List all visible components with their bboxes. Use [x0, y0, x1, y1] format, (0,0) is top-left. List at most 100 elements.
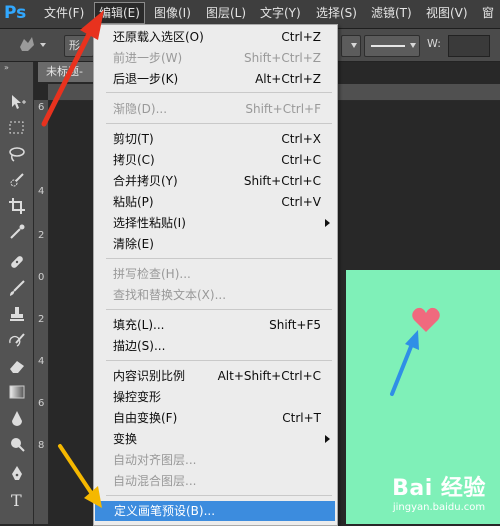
eraser-tool[interactable] — [6, 356, 28, 376]
menu-item-auto-blend-layers[interactable]: 自动混合图层... — [94, 471, 337, 491]
menu-filter[interactable]: 滤镜(T) — [367, 3, 416, 23]
menu-item-content-aware-scale[interactable]: 内容识别比例 Alt+Shift+Ctrl+C — [94, 366, 337, 386]
menu-item-shortcut: Ctrl+X — [281, 132, 321, 146]
menu-item-copy[interactable]: 拷贝(C) Ctrl+C — [94, 150, 337, 170]
menu-item-paste-special[interactable]: 选择性粘贴(I) — [94, 213, 337, 233]
menu-item-cut[interactable]: 剪切(T) Ctrl+X — [94, 129, 337, 149]
ruler-number: 8 — [38, 440, 45, 451]
menu-item-shortcut: Alt+Ctrl+Z — [255, 72, 321, 86]
menu-layer[interactable]: 图层(L) — [202, 3, 250, 23]
crop-icon — [9, 198, 25, 214]
menu-item-label: 拼写检查(H)... — [113, 267, 191, 281]
tool-preset-picker[interactable] — [12, 33, 50, 57]
gradient-tool[interactable] — [6, 382, 28, 402]
type-icon: T — [11, 491, 22, 509]
menu-item-undo[interactable]: 还原载入选区(O) Ctrl+Z — [94, 27, 337, 47]
menu-select[interactable]: 选择(S) — [312, 3, 361, 23]
menu-item-clear[interactable]: 清除(E) — [94, 234, 337, 254]
menu-image[interactable]: 图像(I) — [150, 3, 195, 23]
menu-item-copy-merged[interactable]: 合并拷贝(Y) Shift+Ctrl+C — [94, 171, 337, 191]
eyedropper-tool[interactable] — [6, 222, 28, 242]
lasso-icon — [9, 147, 25, 162]
menu-item-find-replace[interactable]: 查找和替换文本(X)... — [94, 285, 337, 305]
blur-tool[interactable] — [6, 408, 28, 428]
type-tool[interactable]: T — [6, 490, 28, 510]
crop-tool[interactable] — [6, 196, 28, 216]
vertical-ruler: 6 4 2 0 2 4 6 8 — [34, 100, 49, 524]
menu-item-label: 内容识别比例 — [113, 369, 186, 383]
quick-selection-tool[interactable] — [6, 170, 28, 190]
stroke-type-dropdown[interactable] — [341, 35, 361, 57]
ruler-number: 4 — [38, 186, 45, 197]
panel-collapse-icon[interactable]: » — [0, 62, 33, 72]
brush-icon — [10, 280, 25, 296]
photoshop-logo: Ps — [4, 3, 27, 23]
menu-item-free-transform[interactable]: 自由变换(F) Ctrl+T — [94, 408, 337, 428]
menu-window[interactable]: 窗 — [478, 3, 498, 23]
ruler-number: 6 — [38, 398, 45, 409]
width-input[interactable] — [448, 35, 490, 57]
menu-item-label: 拷贝(C) — [113, 153, 155, 167]
chevron-down-icon — [351, 43, 357, 48]
menu-item-step-forward[interactable]: 前进一步(W) Shift+Ctrl+Z — [94, 48, 337, 68]
menu-item-label: 清除(E) — [113, 237, 154, 251]
menu-item-fade[interactable]: 渐隐(D)... Shift+Ctrl+F — [94, 99, 337, 119]
menu-item-label: 操控变形 — [113, 390, 162, 404]
menu-item-auto-align-layers[interactable]: 自动对齐图层... — [94, 450, 337, 470]
dodge-icon — [11, 438, 25, 452]
move-tool[interactable] — [6, 92, 28, 112]
menu-separator — [106, 360, 332, 361]
menu-item-label: 描边(S)... — [113, 339, 166, 353]
edit-menu-dropdown: 还原载入选区(O) Ctrl+Z 前进一步(W) Shift+Ctrl+Z 后退… — [93, 24, 338, 526]
menu-item-transform[interactable]: 变换 — [94, 429, 337, 449]
ruler-number: 2 — [38, 230, 45, 241]
menu-item-label: 变换 — [113, 432, 138, 446]
pixel-heart-shape — [412, 307, 440, 332]
menu-type[interactable]: 文字(Y) — [256, 3, 305, 23]
menu-item-label: 渐隐(D)... — [113, 102, 168, 116]
history-brush-tool[interactable] — [6, 330, 28, 350]
menu-item-shortcut: Ctrl+Z — [281, 30, 321, 44]
ruler-number: 0 — [38, 272, 45, 283]
lasso-tool[interactable] — [6, 144, 28, 164]
menu-item-label: 剪切(T) — [113, 132, 154, 146]
menu-item-step-backward[interactable]: 后退一步(K) Alt+Ctrl+Z — [94, 69, 337, 89]
menu-item-label: 自由变换(F) — [113, 411, 178, 425]
pen-tool[interactable] — [6, 464, 28, 484]
ruler-number: 6 — [38, 102, 45, 113]
shape-mode-select[interactable]: 形 — [64, 35, 94, 57]
menu-item-label: 定义画笔预设(B)... — [114, 504, 216, 518]
brush-tool[interactable] — [6, 278, 28, 298]
menu-item-fill[interactable]: 填充(L)... Shift+F5 — [94, 315, 337, 335]
dodge-tool[interactable] — [6, 434, 28, 454]
baidu-jingyan-watermark: Bai 经验 jingyan.baidu.com — [380, 476, 498, 520]
marquee-tool[interactable] — [6, 118, 28, 138]
svg-text:»: » — [4, 63, 9, 72]
menu-item-paste[interactable]: 粘贴(P) Ctrl+V — [94, 192, 337, 212]
svg-text:T: T — [11, 491, 22, 509]
menu-item-puppet-warp[interactable]: 操控变形 — [94, 387, 337, 407]
submenu-arrow-icon — [325, 219, 330, 227]
gradient-icon — [9, 385, 25, 399]
menu-view[interactable]: 视图(V) — [422, 3, 472, 23]
clone-stamp-tool[interactable] — [6, 304, 28, 324]
rectangle-marquee-icon — [9, 121, 24, 134]
line-style-icon — [371, 45, 405, 47]
eyedropper-icon — [10, 224, 25, 239]
bandage-icon — [11, 256, 23, 268]
menu-separator — [106, 92, 332, 93]
custom-shape-icon — [20, 37, 46, 51]
healing-brush-tool[interactable] — [6, 252, 28, 272]
history-brush-icon — [9, 333, 25, 347]
menu-item-shortcut: Shift+Ctrl+C — [243, 174, 321, 188]
menu-edit[interactable]: 编辑(E) — [94, 2, 145, 24]
menu-item-stroke[interactable]: 描边(S)... — [94, 336, 337, 356]
stroke-style-dropdown[interactable] — [364, 35, 420, 57]
menu-item-shortcut: Ctrl+V — [281, 195, 321, 209]
menu-item-spell-check[interactable]: 拼写检查(H)... — [94, 264, 337, 284]
menu-item-label: 合并拷贝(Y) — [113, 174, 178, 188]
menu-file[interactable]: 文件(F) — [40, 3, 88, 23]
tools-panel: » T — [0, 62, 34, 524]
menu-item-define-brush-preset[interactable]: 定义画笔预设(B)... — [95, 501, 335, 521]
menu-item-label: 查找和替换文本(X)... — [113, 288, 227, 302]
